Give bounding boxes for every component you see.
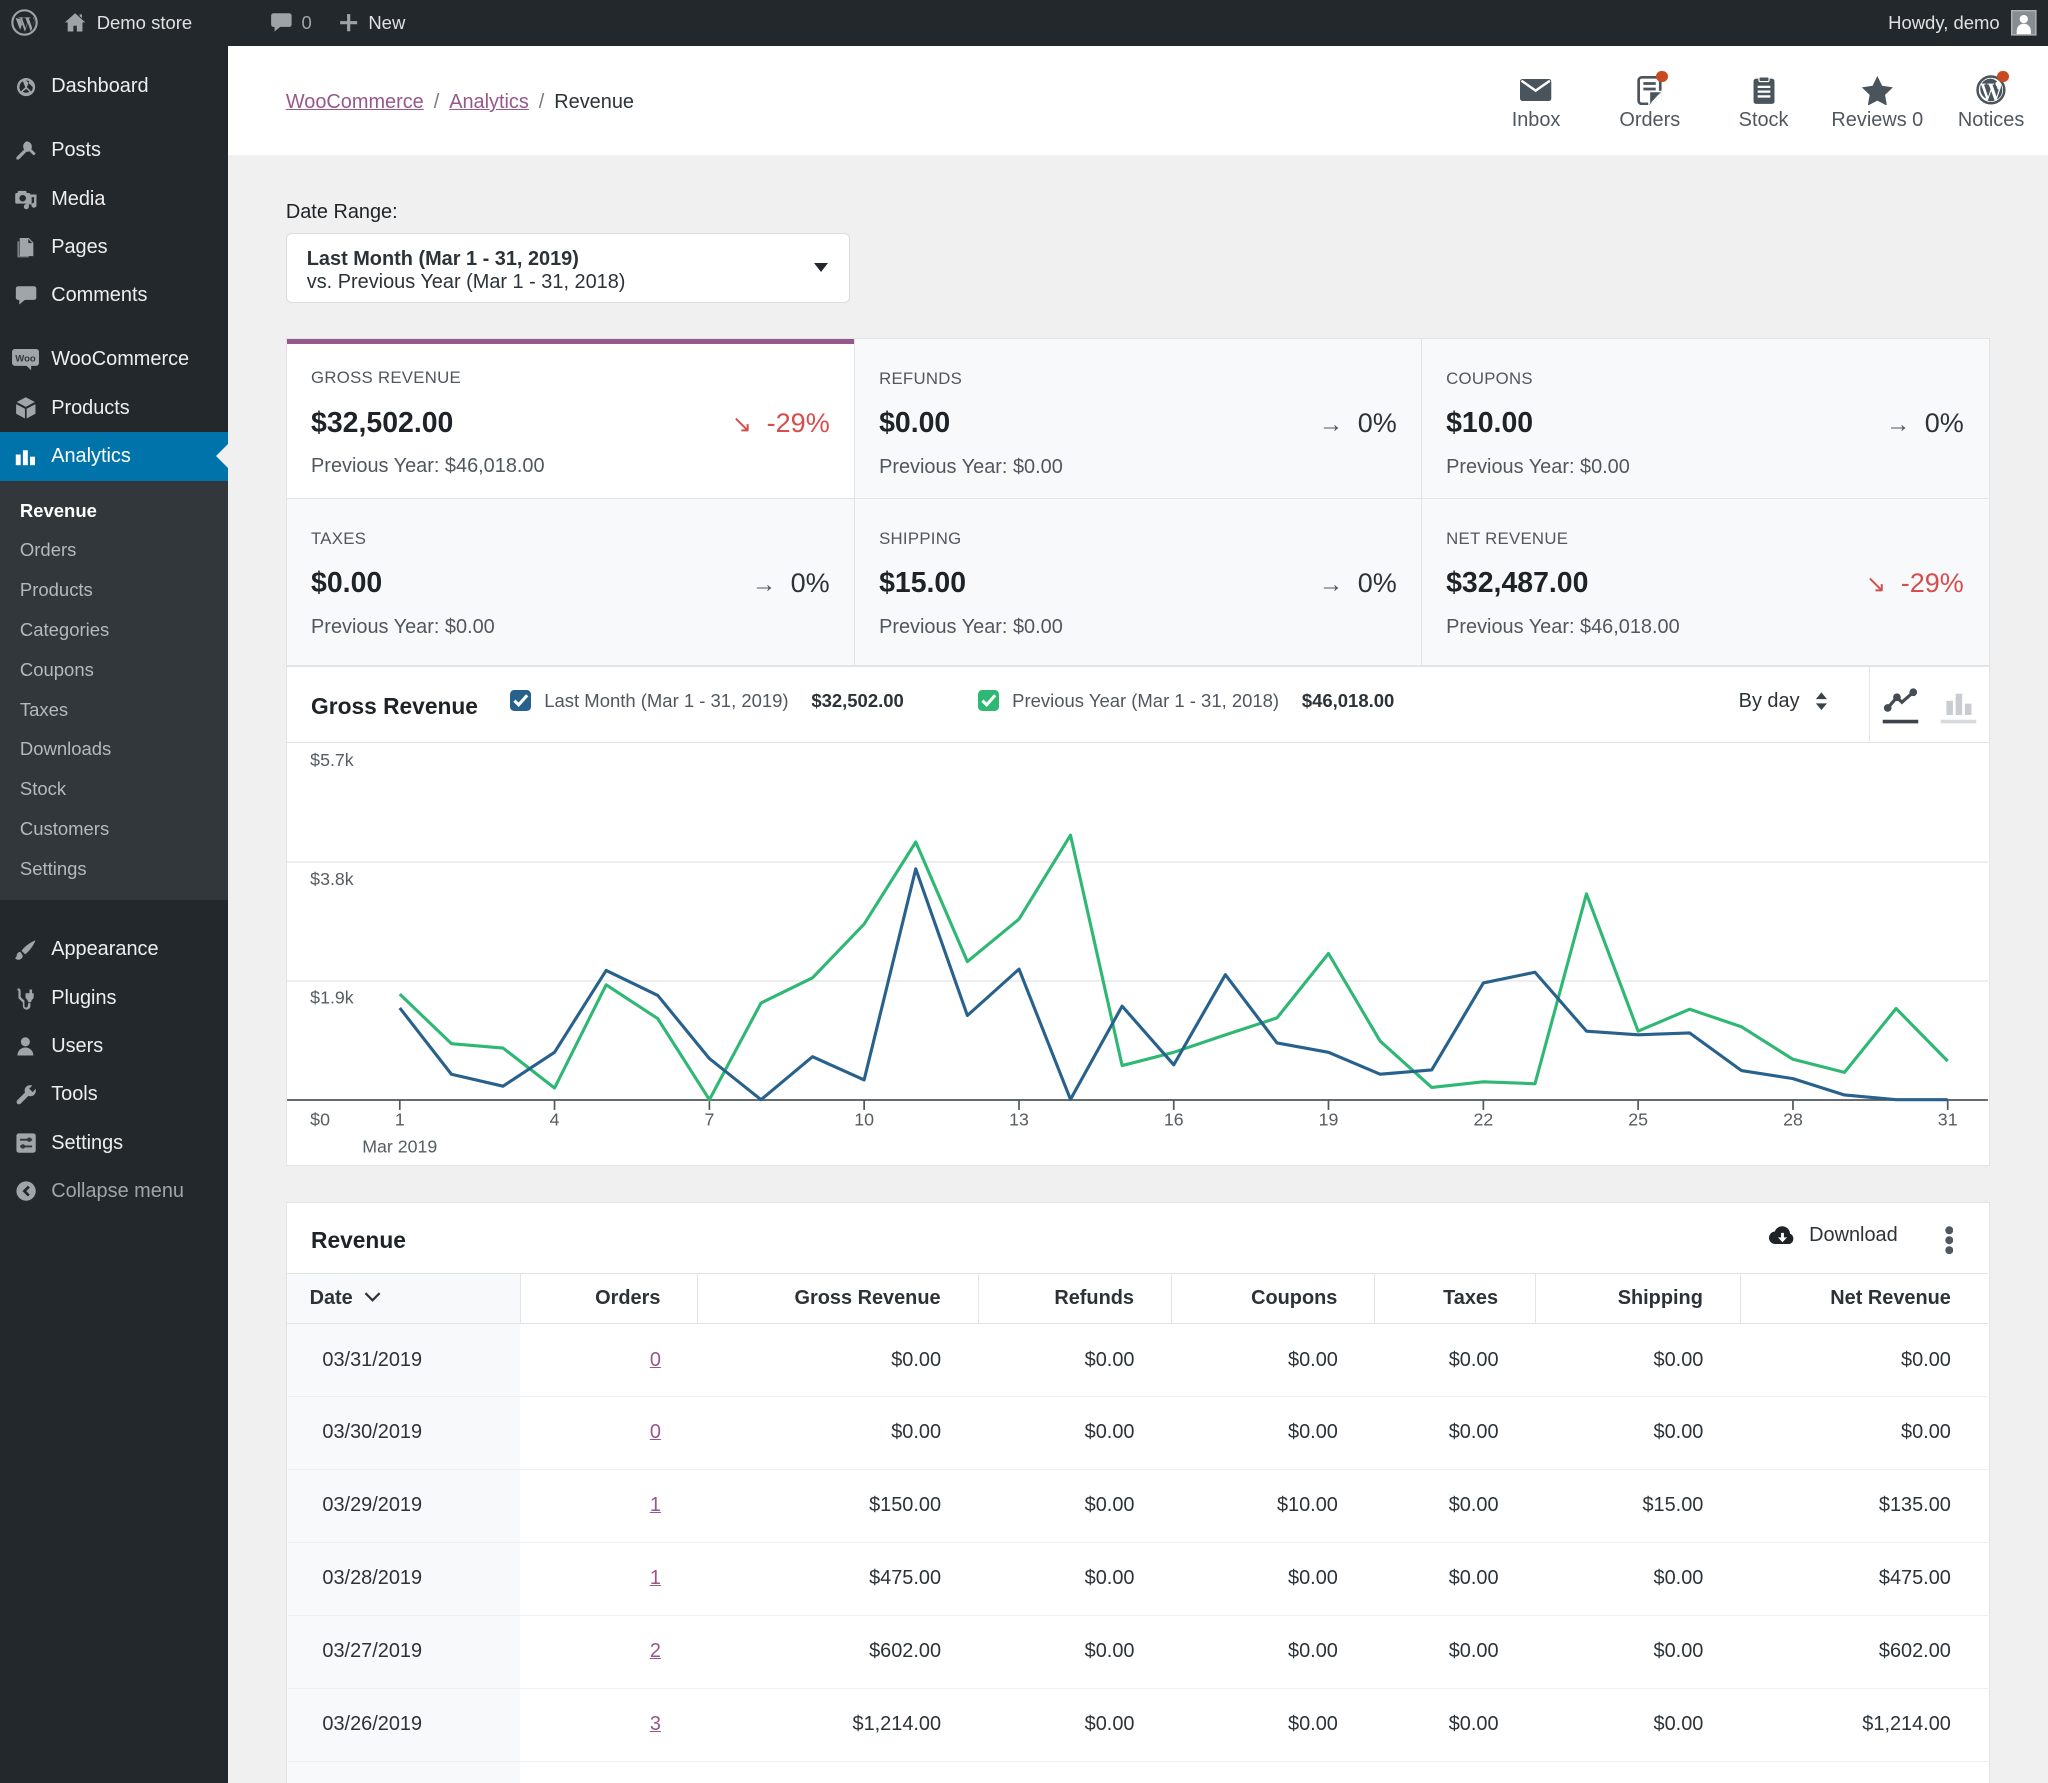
svg-text:4: 4 [549,1110,559,1130]
svg-text:1: 1 [395,1110,405,1130]
svg-text:10: 10 [854,1110,874,1130]
svg-text:$1.9k: $1.9k [310,988,354,1008]
svg-text:25: 25 [1628,1110,1648,1130]
svg-text:Mar 2019: Mar 2019 [362,1137,437,1157]
svg-text:19: 19 [1318,1110,1338,1130]
svg-text:$3.8k: $3.8k [310,869,354,889]
svg-text:22: 22 [1473,1110,1493,1130]
svg-text:13: 13 [1009,1110,1029,1130]
svg-text:$5.7k: $5.7k [310,750,354,770]
svg-text:$0: $0 [310,1110,330,1130]
svg-text:31: 31 [1938,1110,1958,1130]
svg-text:Woo: Woo [15,353,36,364]
svg-text:28: 28 [1783,1110,1803,1130]
svg-text:16: 16 [1164,1110,1184,1130]
svg-text:7: 7 [704,1110,714,1130]
